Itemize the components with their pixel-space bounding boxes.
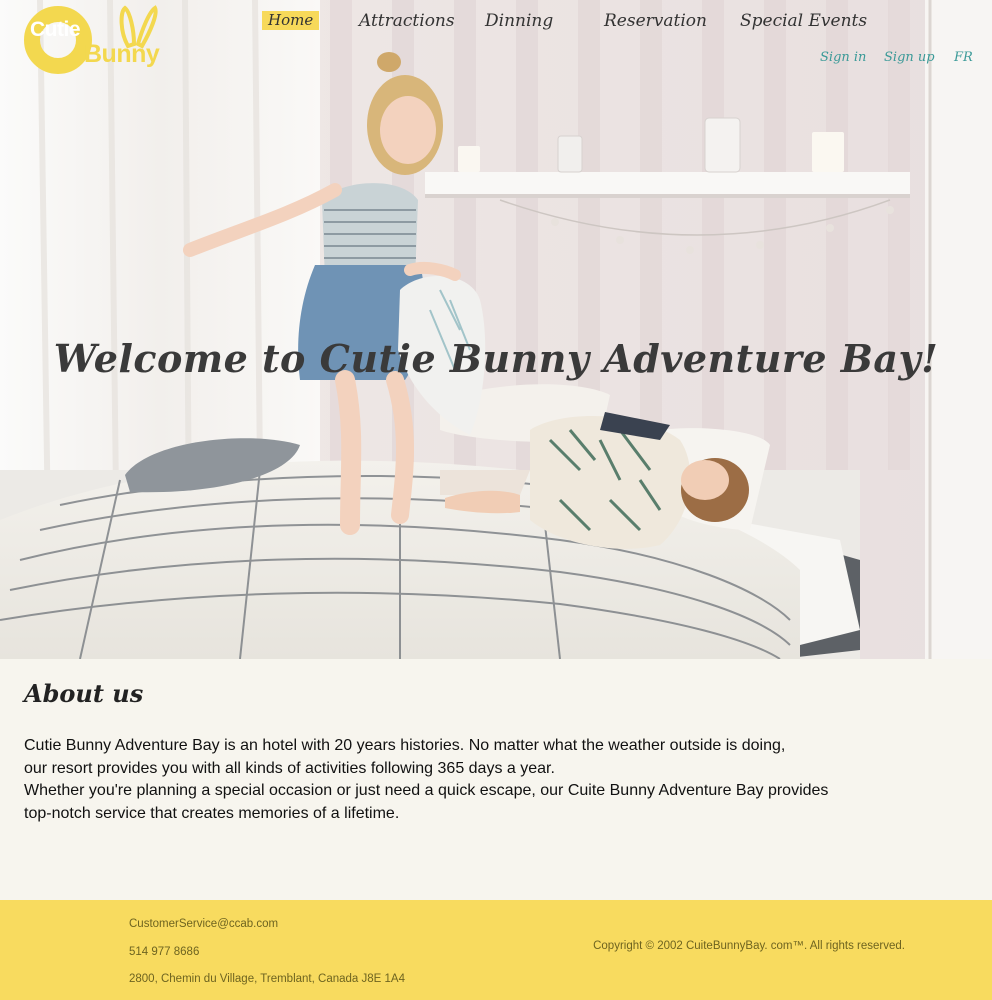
copyright-text: Copyright © 2002 CuiteBunnyBay. com™. Al… <box>593 940 905 952</box>
about-body: Cutie Bunny Adventure Bay is an hotel wi… <box>24 735 904 825</box>
about-line: Cutie Bunny Adventure Bay is an hotel wi… <box>24 737 786 754</box>
hero-photo <box>0 0 992 659</box>
hero-section: Cutie Bunny Home Attractions Dinning Res… <box>0 0 992 659</box>
about-line: Whether you're planning a special occasi… <box>24 782 829 799</box>
sign-in-link[interactable]: Sign in <box>820 50 866 65</box>
contact-address: 2800, Chemin du Village, Tremblant, Cana… <box>129 973 405 985</box>
about-section: About us Cutie Bunny Adventure Bay is an… <box>0 659 992 900</box>
nav-attractions[interactable]: Attractions <box>359 10 455 32</box>
hero-heading: Welcome to Cutie Bunny Adventure Bay! <box>53 336 939 381</box>
about-line: top-notch service that creates memories … <box>24 804 400 822</box>
about-title: About us <box>24 679 144 708</box>
language-toggle[interactable]: FR <box>954 50 973 65</box>
about-line: our resort provides you with all kinds o… <box>24 759 555 777</box>
nav-home[interactable]: Home <box>262 11 320 30</box>
nav-reservation[interactable]: Reservation <box>604 10 707 32</box>
main-nav: Home Attractions Dinning Reservation Spe… <box>0 10 992 36</box>
site-footer: CustomerService@ccab.com 514 977 8686 28… <box>0 900 992 1000</box>
contact-email[interactable]: CustomerService@ccab.com <box>129 916 405 944</box>
sign-up-link[interactable]: Sign up <box>884 50 935 65</box>
nav-special-events[interactable]: Special Events <box>740 10 867 32</box>
nav-dinning[interactable]: Dinning <box>485 10 553 32</box>
contact-phone[interactable]: 514 977 8686 <box>129 944 405 972</box>
account-links: Sign in Sign up FR <box>0 50 992 70</box>
contact-info: CustomerService@ccab.com 514 977 8686 28… <box>129 916 405 999</box>
